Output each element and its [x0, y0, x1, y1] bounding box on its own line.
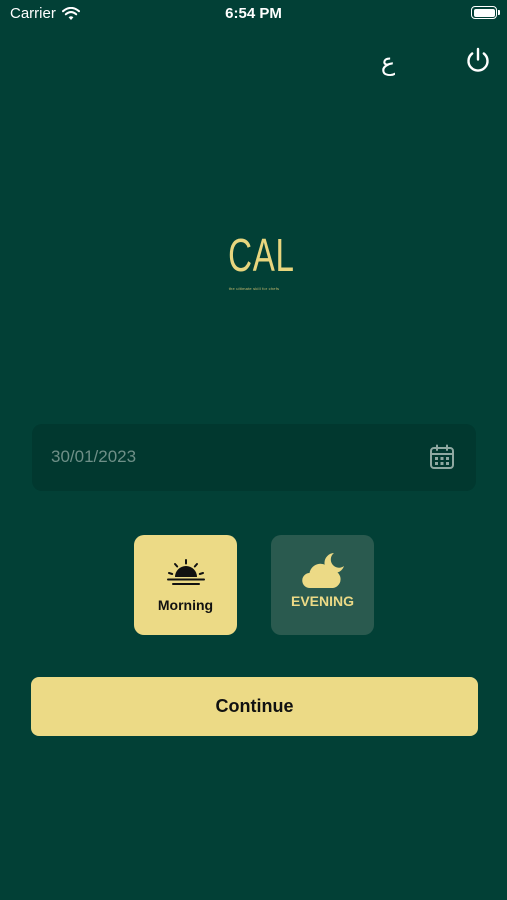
logo-text: CAL: [228, 229, 295, 281]
status-right: [471, 6, 500, 19]
sunrise-icon: [166, 559, 205, 585]
app-screen: Carrier 6:54 PM ع CAL the ultimate skill…: [0, 0, 507, 900]
status-time: 6:54 PM: [225, 5, 282, 22]
status-bar: Carrier 6:54 PM: [0, 0, 507, 30]
date-value: 30/01/2023: [51, 447, 137, 466]
date-field[interactable]: 30/01/2023: [32, 424, 476, 491]
continue-button[interactable]: Continue: [31, 677, 478, 736]
shift-label-evening: EVENING: [290, 593, 354, 609]
battery-icon: [471, 6, 500, 19]
battery-level: [473, 8, 495, 17]
shift-label-morning: Morning: [157, 597, 214, 613]
shift-option-morning[interactable]: Morning: [134, 535, 237, 635]
power-icon: [467, 47, 489, 72]
language-toggle-button[interactable]: ع: [371, 45, 405, 79]
cloud-moon-icon: [301, 553, 344, 589]
calendar-icon[interactable]: [429, 444, 455, 470]
app-logo: CAL the ultimate skill for chefs: [218, 220, 295, 304]
power-button[interactable]: [462, 44, 494, 76]
shift-option-evening[interactable]: EVENING: [271, 535, 374, 635]
